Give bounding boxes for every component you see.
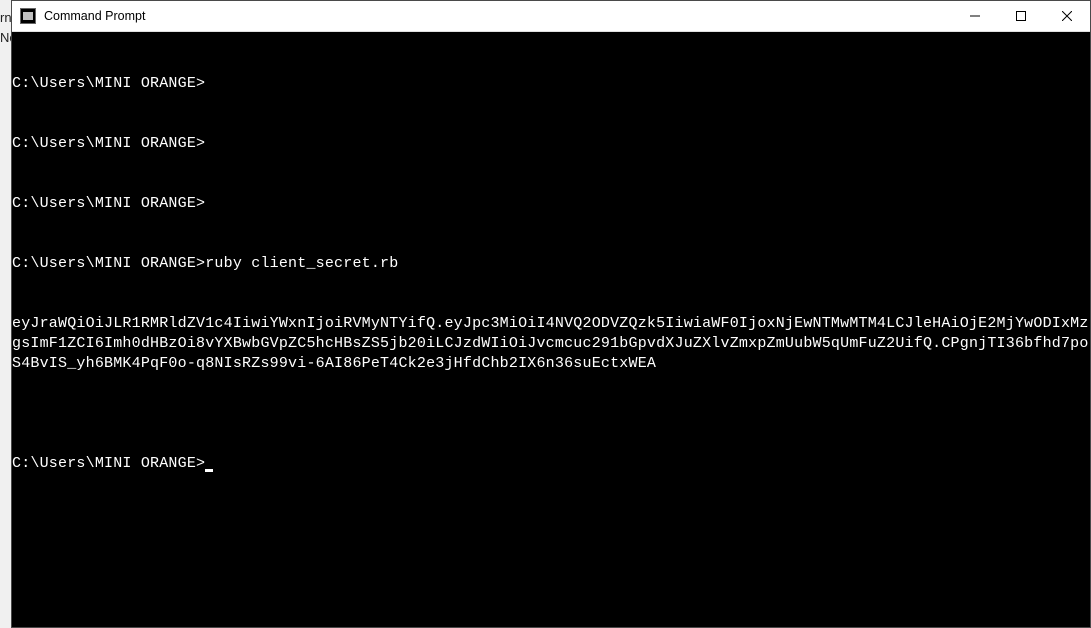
command-prompt-window: Command Prompt C:\Users\MINI ORANGE> C:\…: [11, 0, 1091, 628]
close-button[interactable]: [1044, 1, 1090, 31]
minimize-button[interactable]: [952, 1, 998, 31]
prompt-line: C:\Users\MINI ORANGE>: [12, 194, 1090, 214]
prompt-line: C:\Users\MINI ORANGE>: [12, 134, 1090, 154]
prompt-line: C:\Users\MINI ORANGE>: [12, 74, 1090, 94]
current-prompt: C:\Users\MINI ORANGE>: [12, 454, 1090, 474]
terminal-area[interactable]: C:\Users\MINI ORANGE> C:\Users\MINI ORAN…: [12, 32, 1090, 627]
cursor: [205, 469, 213, 472]
window-controls: [952, 1, 1090, 31]
prompt-line-command: C:\Users\MINI ORANGE>ruby client_secret.…: [12, 254, 1090, 274]
command-output: eyJraWQiOiJLR1RMRldZV1c4IiwiYWxnIjoiRVMy…: [12, 314, 1090, 374]
maximize-button[interactable]: [998, 1, 1044, 31]
titlebar[interactable]: Command Prompt: [12, 1, 1090, 32]
window-title: Command Prompt: [44, 9, 952, 23]
cmd-icon: [20, 8, 36, 24]
